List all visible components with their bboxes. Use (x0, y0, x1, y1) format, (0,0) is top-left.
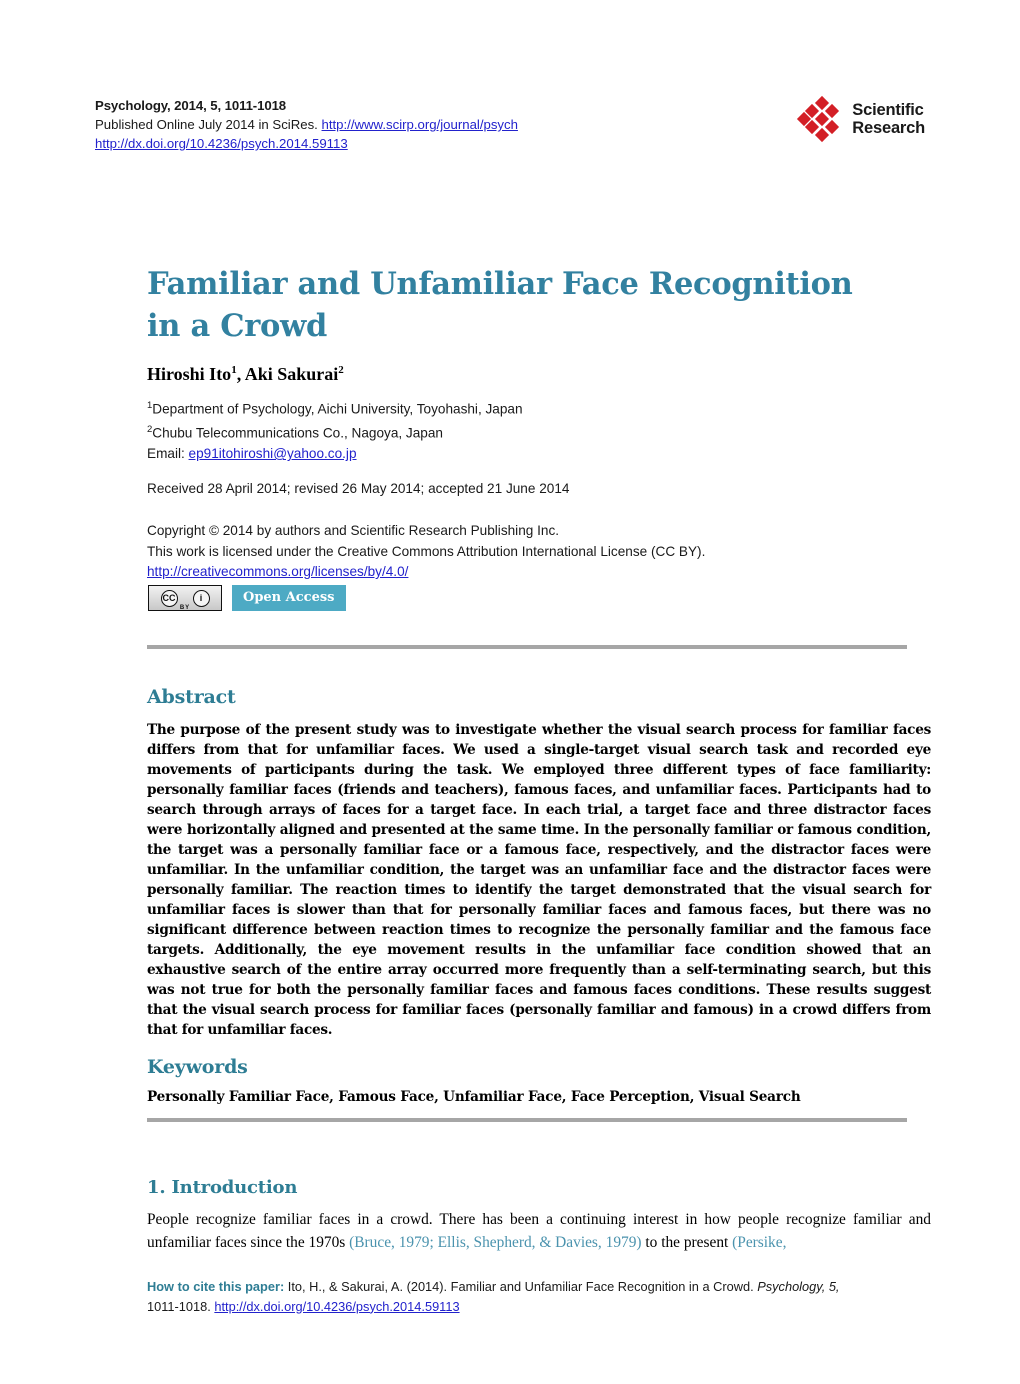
doi-line: http://dx.doi.org/10.4236/psych.2014.591… (95, 134, 518, 153)
journal-url-link[interactable]: http://www.scirp.org/journal/psych (322, 117, 518, 132)
citation-text: Ito, H., & Sakurai, A. (2014). Familiar … (284, 1279, 758, 1294)
author-name-1: Hiroshi Ito (147, 364, 232, 384)
license-url-link[interactable]: http://creativecommons.org/licenses/by/4… (147, 564, 408, 579)
license-badges: CC i BY Open Access (148, 585, 346, 611)
cc-attribution-circle-icon: i (192, 589, 210, 607)
license-url-line: http://creativecommons.org/licenses/by/4… (147, 562, 907, 583)
citation-link-2[interactable]: (Persike, (732, 1234, 786, 1251)
author-affil-marker-2: 2 (338, 364, 344, 376)
how-to-cite-footer: How to cite this paper: Ito, H., & Sakur… (147, 1277, 931, 1316)
published-online-line: Published Online July 2014 in SciRes. ht… (95, 115, 518, 134)
email-link[interactable]: ep91itohiroshi@yahoo.co.jp (189, 446, 357, 461)
email-label: Email: (147, 446, 189, 462)
published-online-label: Published Online July 2014 in SciRes. (95, 117, 322, 132)
affiliation-2-text: Chubu Telecommunications Co., Nagoya, Ja… (152, 425, 443, 441)
logo-wordmark: Scientific Research (852, 101, 925, 138)
keywords-heading: Keywords (147, 1055, 248, 1078)
cc-by-label: BY (179, 605, 191, 611)
introduction-heading: 1. Introduction (147, 1176, 298, 1198)
email-line: Email: ep91itohiroshi@yahoo.co.jp (147, 444, 847, 465)
author-name-2: Aki Sakurai (244, 364, 339, 384)
how-to-cite-label: How to cite this paper: (147, 1279, 285, 1294)
scientific-research-logo: Scientific Research (797, 95, 925, 143)
footer-doi-link[interactable]: http://dx.doi.org/10.4236/psych.2014.591… (214, 1299, 459, 1314)
masthead: Psychology, 2014, 5, 1011-1018 Published… (95, 95, 925, 153)
citation-journal-italic: Psychology, 5, (757, 1279, 840, 1294)
affiliation-1-text: Department of Psychology, Aichi Universi… (152, 401, 523, 417)
paper-page: Psychology, 2014, 5, 1011-1018 Published… (0, 0, 1020, 1384)
intro-sentence-2: to the present (641, 1233, 733, 1251)
open-access-badge[interactable]: Open Access (232, 585, 346, 611)
abstract-heading: Abstract (147, 685, 236, 708)
logo-word-line2: Research (852, 119, 925, 137)
author-separator: , (236, 364, 245, 384)
diamond-grid-icon (797, 95, 845, 143)
title-line-1: Familiar and Unfamiliar Face Recognition (147, 266, 853, 303)
logo-word-line1: Scientific (852, 100, 924, 119)
abstract-bottom-divider (147, 1118, 907, 1122)
abstract-top-divider (147, 645, 907, 649)
copyright-block: Copyright © 2014 by authors and Scientif… (147, 521, 907, 583)
copyright-line: Copyright © 2014 by authors and Scientif… (147, 523, 560, 538)
introduction-text: People recognize familiar faces in a cro… (147, 1209, 931, 1254)
title-line-2: in a Crowd (147, 308, 328, 345)
affiliation-block: 1Department of Psychology, Aichi Univers… (147, 396, 847, 465)
affiliation-1: 1Department of Psychology, Aichi Univers… (147, 396, 847, 420)
citation-link-1[interactable]: (Bruce, 1979; Ellis, Shepherd, & Davies,… (349, 1234, 641, 1251)
affiliation-2: 2Chubu Telecommunications Co., Nagoya, J… (147, 420, 847, 444)
submission-dates: Received 28 April 2014; revised 26 May 2… (147, 481, 570, 496)
creative-commons-by-icon[interactable]: CC i BY (148, 585, 222, 611)
masthead-citation-block: Psychology, 2014, 5, 1011-1018 Published… (95, 96, 518, 153)
cc-circle-icon: CC (160, 589, 178, 607)
doi-url-link[interactable]: http://dx.doi.org/10.4236/psych.2014.591… (95, 136, 348, 151)
license-line: This work is licensed under the Creative… (147, 543, 706, 559)
journal-volume-line: Psychology, 2014, 5, 1011-1018 (95, 98, 287, 113)
page-title: Familiar and Unfamiliar Face Recognition… (147, 263, 907, 347)
keywords-text: Personally Familiar Face, Famous Face, U… (147, 1088, 801, 1105)
abstract-text: The purpose of the present study was to … (147, 721, 931, 1039)
citation-pages: 1011-1018. (147, 1298, 215, 1314)
author-list: Hiroshi Ito1, Aki Sakurai2 (147, 364, 847, 385)
